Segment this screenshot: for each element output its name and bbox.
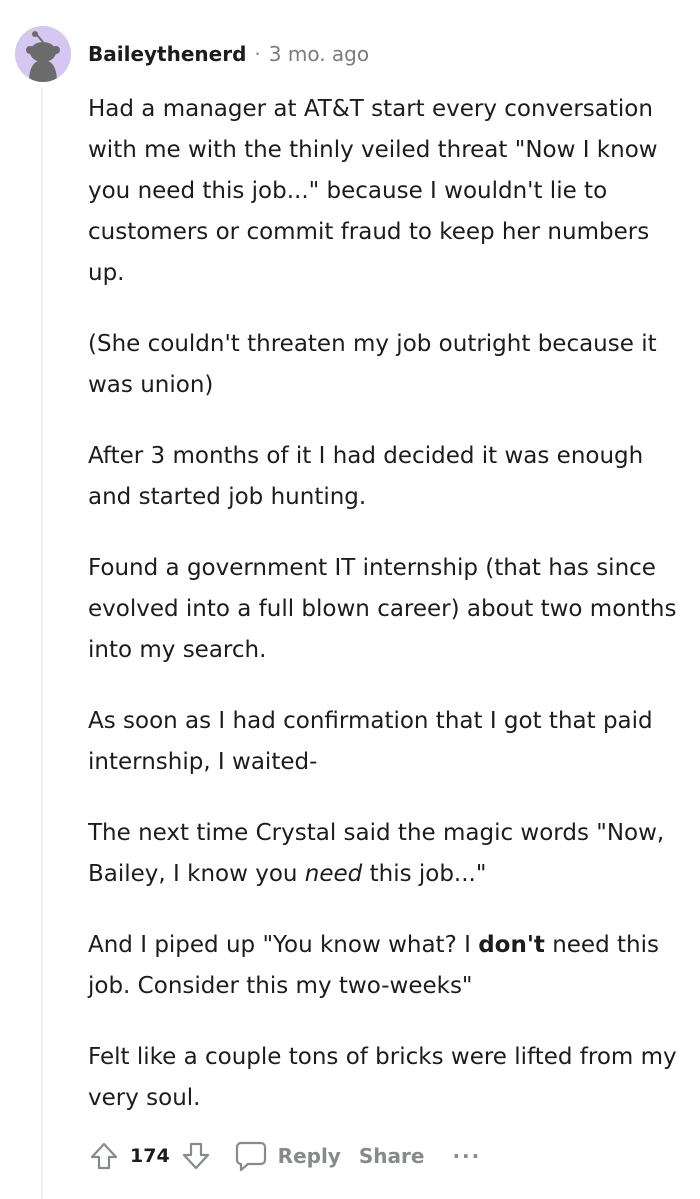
downvote-arrow-icon xyxy=(182,1142,209,1170)
comment-timestamp[interactable]: 3 mo. ago xyxy=(269,42,369,66)
comment-action-bar: 174 Reply Share ··· xyxy=(84,1134,481,1178)
comment-header: Baileythenerd · 3 mo. ago xyxy=(88,40,369,68)
downvote-button[interactable] xyxy=(176,1136,216,1176)
comment-paragraph: (She couldn't threaten my job outright b… xyxy=(88,324,678,406)
comment-body: Had a manager at AT&T start every conver… xyxy=(88,89,678,1119)
emphasis-bold: don't xyxy=(478,932,545,958)
comment-paragraph: Felt like a couple tons of bricks were l… xyxy=(88,1037,678,1119)
share-label: Share xyxy=(358,1144,425,1168)
paragraph-text: Felt like a couple tons of bricks were l… xyxy=(88,1044,677,1111)
comment-paragraph: After 3 months of it I had decided it wa… xyxy=(88,436,678,518)
more-options-button[interactable]: ··· xyxy=(452,1144,481,1168)
reply-label: Reply xyxy=(277,1144,341,1168)
user-avatar[interactable] xyxy=(15,26,71,82)
speech-bubble-icon xyxy=(235,1141,266,1172)
paragraph-text: After 3 months of it I had decided it wa… xyxy=(88,443,644,510)
emphasis-italic: need xyxy=(304,861,363,887)
reply-button[interactable]: Reply xyxy=(234,1136,341,1176)
paragraph-text: Had a manager at AT&T start every conver… xyxy=(88,96,658,286)
snoo-avatar-icon xyxy=(15,26,71,82)
meta-separator: · xyxy=(254,42,261,66)
paragraph-text: As soon as I had confirmation that I got… xyxy=(88,708,653,775)
paragraph-text: (She couldn't threaten my job outright b… xyxy=(88,331,657,398)
thread-line[interactable] xyxy=(41,88,43,1199)
comment-paragraph: Had a manager at AT&T start every conver… xyxy=(88,89,678,294)
paragraph-text: Found a government IT internship (that h… xyxy=(88,555,677,663)
share-button[interactable]: Share xyxy=(359,1136,425,1176)
comment-paragraph: Found a government IT internship (that h… xyxy=(88,548,678,671)
comment-paragraph: As soon as I had confirmation that I got… xyxy=(88,701,678,783)
comment-paragraph: The next time Crystal said the magic wor… xyxy=(88,813,678,895)
vote-score: 174 xyxy=(130,1145,170,1167)
username-link[interactable]: Baileythenerd xyxy=(88,42,246,66)
comment-paragraph: And I piped up "You know what? I don't n… xyxy=(88,925,678,1007)
upvote-button[interactable] xyxy=(84,1136,124,1176)
paragraph-text: this job..." xyxy=(362,861,487,887)
paragraph-text: And I piped up "You know what? I xyxy=(88,932,479,958)
upvote-arrow-icon xyxy=(90,1142,118,1170)
